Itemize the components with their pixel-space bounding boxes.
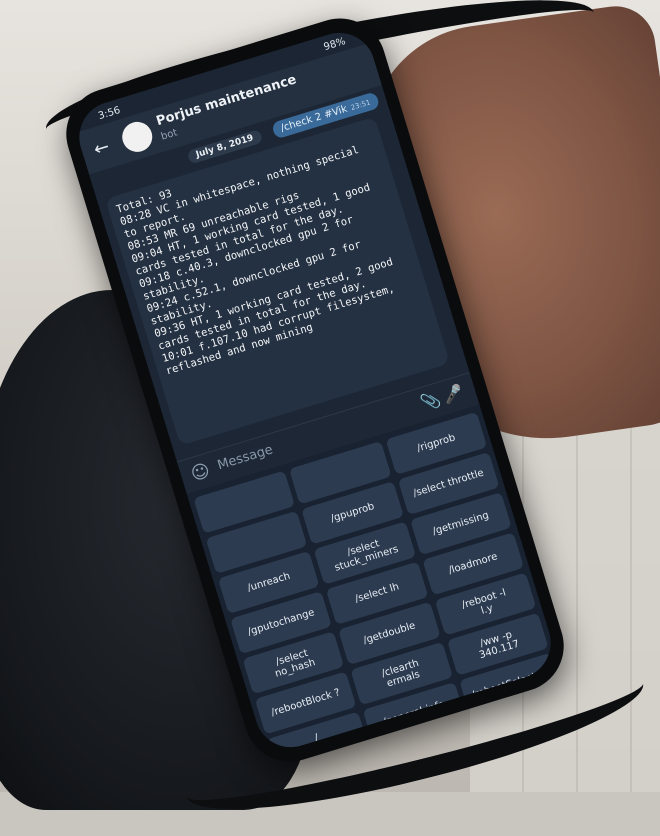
- paperclip-icon[interactable]: 📎: [418, 389, 443, 413]
- avatar[interactable]: [118, 118, 156, 156]
- smile-icon[interactable]: ☺: [188, 460, 212, 486]
- chat-subtitle: bot: [159, 127, 179, 143]
- outgoing-message-time: 23:51: [349, 98, 372, 112]
- back-arrow-icon[interactable]: ←: [91, 136, 112, 160]
- microphone-icon[interactable]: 🎤: [441, 382, 466, 406]
